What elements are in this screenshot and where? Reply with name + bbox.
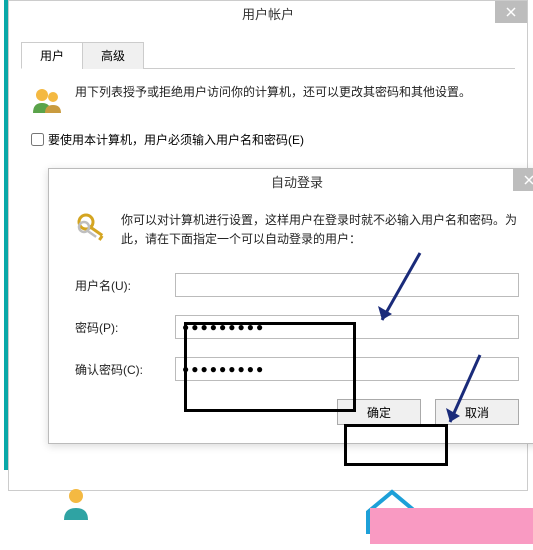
inner-close-button[interactable] bbox=[513, 169, 533, 191]
outer-dialog-title: 用户帐户 bbox=[9, 1, 527, 29]
username-row: 用户名(U): bbox=[75, 273, 519, 297]
password-input[interactable] bbox=[175, 315, 519, 339]
require-password-label: 要使用本计算机，用户必须输入用户名和密码(E) bbox=[48, 131, 304, 148]
confirm-password-label: 确认密码(C): bbox=[75, 361, 175, 378]
user-figure-icon bbox=[56, 484, 96, 524]
outer-close-button[interactable] bbox=[495, 1, 527, 23]
auto-login-dialog: 自动登录 你可以对计算机进行设置，这样用户在登录时就不必输入用户名和密码。为此，… bbox=[48, 168, 533, 444]
users-icon bbox=[29, 83, 65, 119]
inner-info-row: 你可以对计算机进行设置，这样用户在登录时就不必输入用户名和密码。为此，请在下面指… bbox=[75, 211, 519, 249]
username-label: 用户名(U): bbox=[75, 277, 175, 294]
close-icon bbox=[506, 7, 516, 17]
login-form: 用户名(U): 密码(P): 确认密码(C): bbox=[75, 273, 519, 381]
confirm-password-input[interactable] bbox=[175, 357, 519, 381]
password-label: 密码(P): bbox=[75, 319, 175, 336]
background-partial-strip bbox=[20, 478, 533, 546]
inner-dialog-title: 自动登录 bbox=[49, 169, 533, 197]
cancel-button[interactable]: 取消 bbox=[435, 399, 519, 425]
outer-info-row: 用下列表授予或拒绝用户访问你的计算机，还可以更改其密码和其他设置。 bbox=[29, 83, 507, 119]
inner-info-text: 你可以对计算机进行设置，这样用户在登录时就不必输入用户名和密码。为此，请在下面指… bbox=[121, 211, 519, 249]
inner-dialog-body: 你可以对计算机进行设置，这样用户在登录时就不必输入用户名和密码。为此，请在下面指… bbox=[49, 197, 533, 443]
outer-info-text: 用下列表授予或拒绝用户访问你的计算机，还可以更改其密码和其他设置。 bbox=[75, 83, 471, 119]
outer-title-text: 用户帐户 bbox=[242, 7, 294, 22]
tabs-bar: 用户 高级 bbox=[21, 41, 515, 69]
username-input[interactable] bbox=[175, 273, 519, 297]
tab-users[interactable]: 用户 bbox=[21, 42, 83, 69]
ok-button[interactable]: 确定 bbox=[337, 399, 421, 425]
require-password-checkbox[interactable] bbox=[31, 133, 44, 146]
pink-overlay-bar bbox=[370, 508, 533, 544]
confirm-password-row: 确认密码(C): bbox=[75, 357, 519, 381]
require-password-checkbox-row[interactable]: 要使用本计算机，用户必须输入用户名和密码(E) bbox=[31, 131, 507, 148]
password-row: 密码(P): bbox=[75, 315, 519, 339]
inner-title-text: 自动登录 bbox=[271, 175, 323, 190]
button-row: 确定 取消 bbox=[75, 399, 519, 425]
tab-advanced[interactable]: 高级 bbox=[82, 42, 144, 69]
close-icon bbox=[524, 175, 533, 185]
keys-icon bbox=[75, 211, 111, 247]
